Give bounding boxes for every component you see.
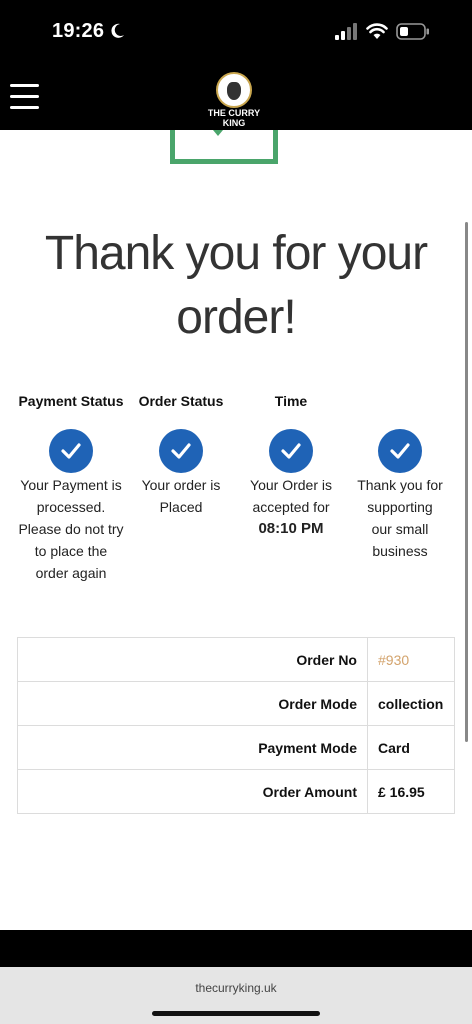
order-details-table: Order No #930 Order Mode collection Paym… [17, 637, 455, 814]
check-circle-icon [159, 429, 203, 473]
order-mode-value: collection [367, 681, 455, 726]
time-text: Your Order is accepted for 08:10 PM [240, 474, 342, 540]
site-header: THE CURRY KING [0, 64, 472, 130]
table-row: Order No #930 [17, 637, 455, 682]
accepted-time: 08:10 PM [258, 520, 324, 537]
page-title: Thank you for your order! [44, 227, 428, 344]
check-circle-icon [49, 429, 93, 473]
payment-status-heading: Payment Status [18, 393, 124, 409]
browser-address-bar[interactable]: thecurryking.uk [0, 967, 472, 1024]
check-circle-icon [269, 429, 313, 473]
table-row: Order Amount £ 16.95 [17, 769, 455, 814]
site-logo[interactable]: THE CURRY KING [200, 70, 268, 128]
order-amount-label: Order Amount [17, 769, 368, 814]
order-status-text: Your order is Placed [141, 477, 221, 515]
home-indicator[interactable] [152, 1011, 320, 1016]
payment-status-text: Your Payment is processed. Please do not… [18, 477, 124, 581]
decorative-green-frame [170, 130, 278, 164]
table-row: Payment Mode Card [17, 725, 455, 770]
table-row: Order Mode collection [17, 681, 455, 726]
status-bar: 19:26 [0, 0, 472, 64]
lion-logo-icon [216, 72, 252, 108]
battery-icon [396, 23, 429, 40]
thank-you-support-text: Thank you for supporting our small busin… [357, 477, 443, 559]
order-no-label: Order No [17, 637, 368, 682]
site-footer [0, 930, 472, 967]
status-time: 19:26 [52, 20, 105, 42]
green-frame-notch-icon [213, 130, 223, 136]
logo-text: THE CURRY KING [207, 108, 261, 128]
url-text[interactable]: thecurryking.uk [0, 981, 472, 995]
payment-mode-label: Payment Mode [17, 725, 368, 770]
scrollbar[interactable] [465, 222, 468, 742]
payment-mode-value: Card [367, 725, 455, 770]
hamburger-menu-icon[interactable] [10, 84, 40, 109]
time-heading: Time [274, 393, 308, 409]
cellular-signal-icon [335, 23, 357, 40]
moon-icon [111, 23, 124, 38]
order-confirmation-content: Thank you for your order! Payment Status… [0, 130, 472, 930]
order-amount-value: £ 16.95 [367, 769, 455, 814]
order-status-heading: Order Status [138, 393, 224, 409]
order-no-value: #930 [367, 637, 455, 682]
wifi-icon [366, 23, 388, 39]
order-mode-label: Order Mode [17, 681, 368, 726]
check-circle-icon [378, 429, 422, 473]
